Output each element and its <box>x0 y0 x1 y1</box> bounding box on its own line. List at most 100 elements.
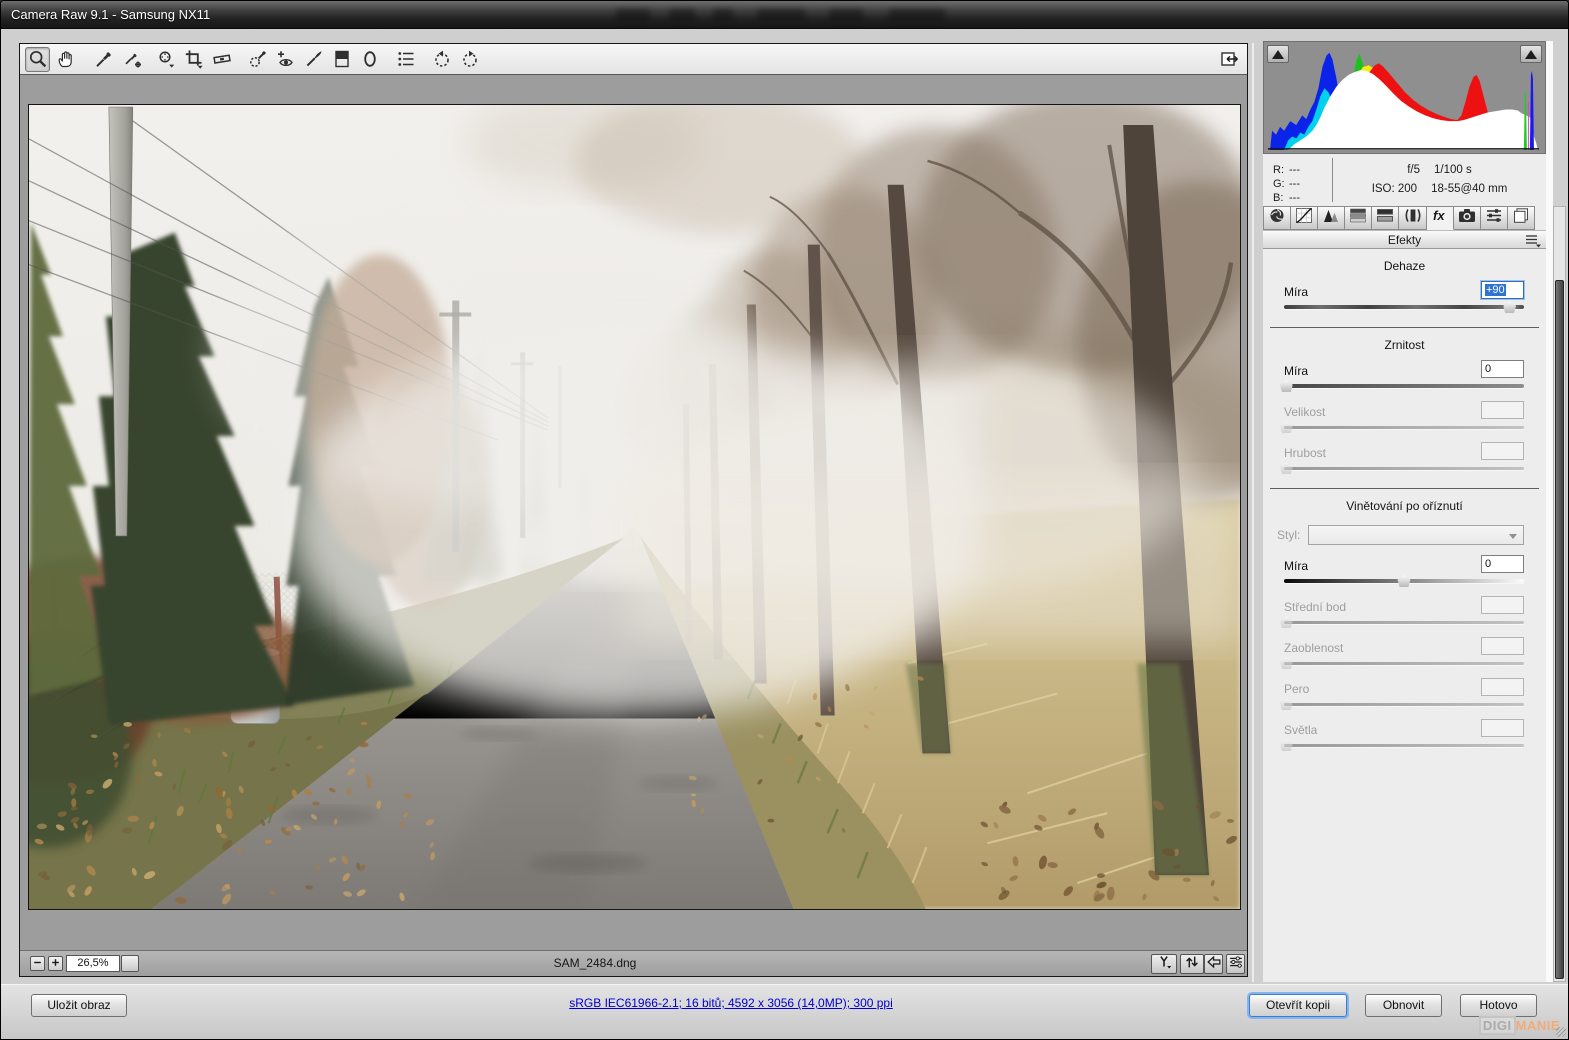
vignette-midpoint-row: Střední bod <box>1284 595 1524 629</box>
preview-mode-button[interactable] <box>1151 954 1177 974</box>
slider-thumb[interactable] <box>1398 575 1411 587</box>
rotate-left-button[interactable] <box>429 47 454 72</box>
done-button[interactable]: Hotovo <box>1460 994 1537 1017</box>
color-sampler-tool-button[interactable] <box>119 47 144 72</box>
vignette-feather-row: Pero <box>1284 677 1524 711</box>
tab-hsl-grayscale[interactable] <box>1345 206 1372 230</box>
preview-y-icon <box>1155 953 1173 976</box>
camera-calibration-tab-icon <box>1457 207 1477 229</box>
basic-tab-icon <box>1267 207 1287 229</box>
vignette-amount-slider[interactable] <box>1284 575 1524 588</box>
svg-text:fx: fx <box>1433 208 1445 223</box>
iso-value: ISO: 200 <box>1372 183 1417 195</box>
tab-effects[interactable]: fx <box>1427 206 1454 230</box>
exposure-readout: f/51/100 s ISO: 20018-55@40 mm <box>1333 154 1546 206</box>
open-copy-button[interactable]: Otevřít kopii <box>1249 994 1347 1017</box>
swap-before-after-button[interactable] <box>1180 954 1204 974</box>
grain-size-label: Velikost <box>1284 405 1325 419</box>
tab-camera-calibration[interactable] <box>1454 206 1481 230</box>
eyedropper-icon <box>94 49 114 69</box>
footer-bar: Uložit obraz sRGB IEC61966-2.1; 16 bitů;… <box>1 984 1568 1039</box>
grain-roughness-label: Hrubost <box>1284 446 1326 460</box>
photo-preview[interactable] <box>28 104 1241 910</box>
tab-basic[interactable] <box>1263 206 1291 230</box>
aperture-value: f/5 <box>1407 164 1420 176</box>
tone-curve-tab-icon <box>1294 207 1314 229</box>
adjustment-brush-icon <box>304 49 324 69</box>
preview-settings-button[interactable] <box>1226 954 1245 974</box>
targeted-adjustment-tool-button[interactable] <box>153 47 178 72</box>
resize-grip[interactable] <box>1556 1027 1566 1037</box>
slider-thumb <box>1280 739 1293 751</box>
vignette-amount-input[interactable]: 0 <box>1481 555 1524 573</box>
vignette-roundness-input <box>1481 637 1524 655</box>
photo-illustration <box>29 105 1240 909</box>
grain-amount-slider[interactable] <box>1284 380 1524 393</box>
vignette-highlights-slider <box>1284 739 1524 752</box>
image-statusbar: 26,5% SAM_2484.dng <box>20 950 1247 976</box>
shutter-value: 1/100 s <box>1434 164 1472 176</box>
save-image-button[interactable]: Uložit obraz <box>31 994 127 1017</box>
red-eye-tool-button[interactable] <box>273 47 298 72</box>
grain-roughness-input <box>1481 442 1524 460</box>
radial-filter-tool-button[interactable] <box>357 47 382 72</box>
histogram <box>1263 41 1546 154</box>
adjustment-brush-tool-button[interactable] <box>301 47 326 72</box>
targeted-adjustment-icon <box>156 49 176 69</box>
dehaze-amount-input[interactable]: +90 <box>1481 281 1524 299</box>
vignette-midpoint-input <box>1481 596 1524 614</box>
rgb-readout: R:--- G:--- B:--- <box>1263 158 1333 202</box>
grain-size-row: Velikost <box>1284 400 1524 434</box>
tab-detail[interactable] <box>1318 206 1345 230</box>
panel-menu-icon[interactable] <box>1524 233 1542 248</box>
grain-size-slider <box>1284 421 1524 434</box>
titlebar[interactable]: Camera Raw 9.1 - Samsung NX11 <box>1 1 1568 29</box>
adjustments-panel: R:--- G:--- B:--- f/51/100 s ISO: 20018-… <box>1263 41 1546 982</box>
vignette-roundness-label: Zaoblenost <box>1284 641 1343 655</box>
vignette-style-label: Styl: <box>1277 528 1300 542</box>
dehaze-amount-slider[interactable] <box>1284 301 1524 314</box>
tab-tone-curve[interactable] <box>1291 206 1318 230</box>
white-balance-tool-button[interactable] <box>91 47 116 72</box>
straighten-icon <box>212 49 232 69</box>
panel-scrollbar[interactable] <box>1553 206 1566 982</box>
reset-button[interactable]: Obnovit <box>1365 994 1442 1017</box>
hand-tool-button[interactable] <box>53 47 78 72</box>
panel-separator <box>1252 43 1254 982</box>
slider-thumb[interactable] <box>1280 380 1293 392</box>
exif-readout: R:--- G:--- B:--- f/51/100 s ISO: 20018-… <box>1263 154 1546 206</box>
graduated-filter-tool-button[interactable] <box>329 47 354 72</box>
grain-amount-input[interactable]: 0 <box>1481 360 1524 378</box>
zoom-tool-button[interactable] <box>25 47 50 72</box>
camera-raw-window: Camera Raw 9.1 - Samsung NX11 <box>0 0 1569 1040</box>
preferences-button[interactable] <box>393 47 418 72</box>
vignette-amount-label: Míra <box>1284 559 1308 573</box>
presets-tab-icon <box>1484 207 1504 229</box>
grain-amount-row: Míra 0 <box>1284 359 1524 393</box>
section-divider <box>1270 488 1539 489</box>
tab-snapshots[interactable] <box>1508 206 1535 230</box>
detail-tab-icon <box>1321 207 1341 229</box>
tab-presets[interactable] <box>1481 206 1508 230</box>
vignette-style-row: Styl: <box>1277 525 1524 545</box>
fullscreen-toggle-button[interactable] <box>1216 47 1241 72</box>
spot-removal-tool-button[interactable] <box>245 47 270 72</box>
tab-split-toning[interactable] <box>1372 206 1399 230</box>
rotate-right-button[interactable] <box>457 47 482 72</box>
hand-icon <box>56 49 76 69</box>
background-menu-blur <box>889 9 945 21</box>
workflow-options-link[interactable]: sRGB IEC61966-2.1; 16 bitů; 4592 x 3056 … <box>421 996 1041 1010</box>
slider-thumb <box>1280 462 1293 474</box>
crop-tool-button[interactable] <box>181 47 206 72</box>
panel-tabs: fx <box>1263 206 1535 230</box>
tab-lens-corrections[interactable] <box>1399 206 1426 230</box>
scrollbar-thumb[interactable] <box>1555 280 1564 979</box>
vignette-style-select[interactable] <box>1308 525 1524 545</box>
copy-settings-button[interactable] <box>1204 954 1223 974</box>
vignette-midpoint-label: Střední bod <box>1284 600 1346 614</box>
background-menu-blur <box>757 9 805 21</box>
slider-thumb[interactable] <box>1503 301 1516 313</box>
effects-tab-icon: fx <box>1430 207 1450 229</box>
slider-thumb <box>1280 698 1293 710</box>
straighten-tool-button[interactable] <box>209 47 234 72</box>
